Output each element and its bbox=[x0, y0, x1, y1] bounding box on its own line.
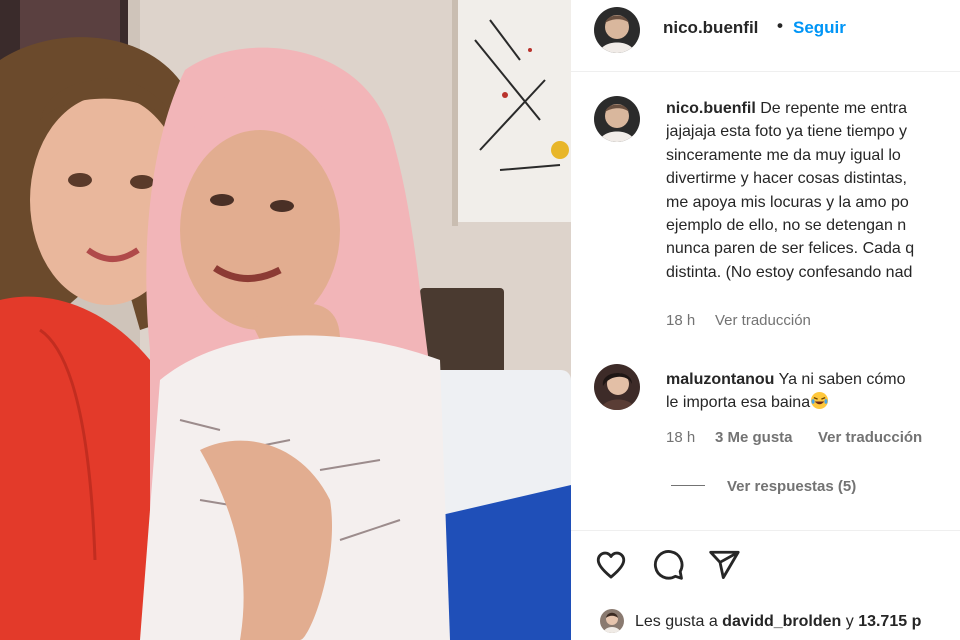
caption-line: me apoya mis locuras y la amo po bbox=[666, 193, 909, 211]
caption-line: De repente me entra bbox=[760, 100, 907, 117]
comment-timestamp[interactable]: 18 h bbox=[666, 429, 695, 446]
caption-translate-link[interactable]: Ver traducción bbox=[715, 312, 811, 329]
actions-divider bbox=[571, 530, 960, 531]
likes-count[interactable]: 13.715 p bbox=[858, 613, 921, 630]
likes-user[interactable]: davidd_brolden bbox=[722, 613, 841, 630]
caption-line: ejemplo de ello, no se detengan n bbox=[666, 217, 907, 235]
heart-icon[interactable] bbox=[594, 548, 628, 582]
post-details-panel: nico.buenfil • Seguir nico.buenfil De re… bbox=[571, 0, 960, 640]
caption-author-avatar[interactable] bbox=[594, 96, 640, 142]
comment-username[interactable]: maluzontanou bbox=[666, 371, 774, 388]
caption-line: nunca paren de ser felices. Cada q bbox=[666, 240, 915, 258]
author-username[interactable]: nico.buenfil bbox=[663, 18, 758, 38]
post-header: nico.buenfil • Seguir bbox=[571, 0, 960, 72]
follow-button[interactable]: Seguir bbox=[793, 18, 846, 38]
view-replies-button[interactable]: Ver respuestas (5) bbox=[671, 478, 856, 495]
replies-divider bbox=[671, 485, 705, 486]
post-image bbox=[0, 0, 571, 640]
view-replies-label: Ver respuestas (5) bbox=[727, 478, 857, 495]
caption-line: divertirme y hacer cosas distintas, bbox=[666, 170, 907, 188]
likes-summary[interactable]: Les gusta a davidd_brolden y 13.715 p bbox=[635, 613, 921, 631]
post-photo[interactable] bbox=[0, 0, 571, 640]
author-avatar[interactable] bbox=[594, 7, 640, 53]
likes-joiner: y bbox=[841, 613, 859, 630]
liker-avatar[interactable] bbox=[600, 609, 624, 633]
separator-dot: • bbox=[777, 16, 783, 35]
caption-line: jajajaja esta foto ya tiene tiempo y bbox=[666, 123, 908, 141]
caption-line: distinta. (No estoy confesando nad bbox=[666, 263, 913, 281]
comment-icon[interactable] bbox=[651, 548, 685, 582]
share-icon[interactable] bbox=[707, 548, 741, 582]
post-caption: nico.buenfil De repente me entra jajajaj… bbox=[666, 97, 960, 284]
comment-line: Ya ni saben cómo bbox=[778, 371, 906, 388]
comment-line: le importa esa baina bbox=[666, 394, 811, 412]
caption-line: sinceramente me da muy igual lo bbox=[666, 146, 901, 164]
caption-username[interactable]: nico.buenfil bbox=[666, 100, 756, 117]
caption-timestamp[interactable]: 18 h bbox=[666, 312, 695, 329]
laughing-crying-emoji-icon bbox=[811, 392, 829, 410]
likes-prefix: Les gusta a bbox=[635, 613, 723, 630]
comment-translate-link[interactable]: Ver traducción bbox=[818, 429, 922, 446]
commenter-avatar[interactable] bbox=[594, 364, 640, 410]
comment-like-count[interactable]: 3 Me gusta bbox=[715, 429, 793, 446]
comment: maluzontanou Ya ni saben cómo le importa… bbox=[666, 368, 960, 415]
